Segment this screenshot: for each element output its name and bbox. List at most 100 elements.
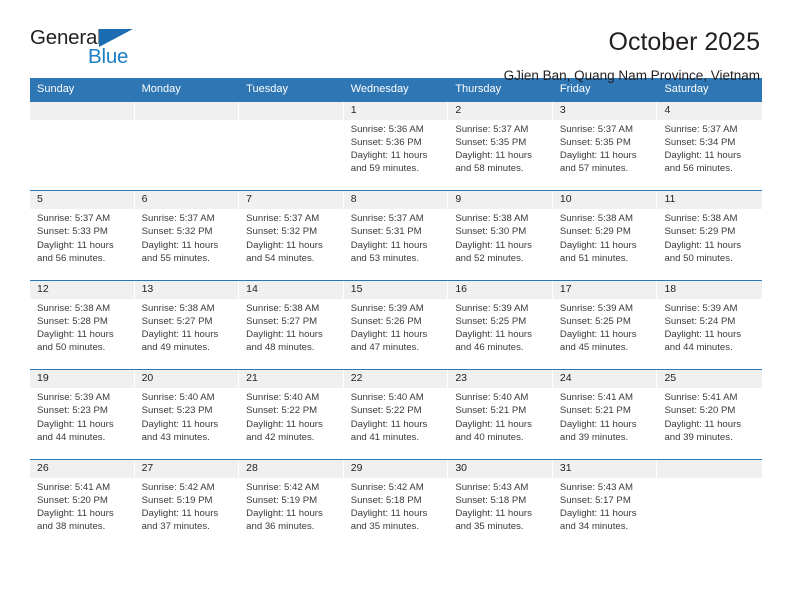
sun-info: Sunrise: 5:38 AM Sunset: 5:28 PM Daylight:… bbox=[30, 299, 135, 355]
weekday-header-monday: Monday bbox=[141, 83, 181, 95]
daylight-text-line2: and 44 minutes. bbox=[37, 431, 106, 443]
sun-info: Sunrise: 5:37 AM Sunset: 5:35 PM Daylight:… bbox=[553, 120, 658, 176]
calendar-weeks: 1 Sunrise: 5:36 AM Sunset: 5:36 PM Daylight… bbox=[30, 101, 763, 550]
daylight-text-line1: Daylight: 11 hours bbox=[455, 329, 532, 341]
calendar-day-cell[interactable]: 25 Sunrise: 5:41 AM Sunset: 5:20 PM Dayligh… bbox=[657, 370, 763, 459]
calendar-day-cell[interactable]: 6 Sunrise: 5:37 AM Sunset: 5:32 PM Daylight… bbox=[134, 191, 240, 280]
day-number: 4 bbox=[657, 101, 763, 120]
sun-info: Sunrise: 5:42 AM Sunset: 5:18 PM Daylight:… bbox=[344, 478, 449, 534]
calendar-day-cell[interactable]: 18 Sunrise: 5:39 AM Sunset: 5:24 PM Dayligh… bbox=[657, 280, 763, 370]
daylight-text-line1: Daylight: 11 hours bbox=[350, 329, 428, 341]
calendar-day-cell[interactable]: 9 Sunrise: 5:38 AM Sunset: 5:30 PM Daylight… bbox=[448, 191, 553, 280]
calendar-day-cell[interactable]: 5 Sunrise: 5:37 AM Sunset: 5:33 PM Daylight… bbox=[30, 191, 135, 280]
sunrise-text: Sunrise: 5:41 AM bbox=[559, 392, 633, 404]
daylight-text-line1: Daylight: 11 hours bbox=[455, 150, 532, 162]
daylight-text-line1: Daylight: 11 hours bbox=[455, 508, 532, 520]
daylight-text-line1: Daylight: 11 hours bbox=[246, 418, 323, 430]
calendar-day-cell[interactable]: 11 Sunrise: 5:38 AM Sunset: 5:29 PM Dayligh… bbox=[657, 191, 763, 280]
daylight-text-line2: and 51 minutes. bbox=[559, 252, 629, 264]
daylight-text-line2: and 38 minutes. bbox=[37, 521, 106, 533]
calendar-day-cell[interactable]: 23 Sunrise: 5:40 AM Sunset: 5:21 PM Dayligh… bbox=[448, 370, 553, 459]
calendar-day-cell[interactable]: 17 Sunrise: 5:39 AM Sunset: 5:25 PM Dayligh… bbox=[552, 280, 658, 370]
weekday-header-wednesday: Wednesday bbox=[350, 83, 409, 95]
day-number: 19 bbox=[30, 370, 135, 389]
sunrise-text: Sunrise: 5:39 AM bbox=[37, 392, 111, 404]
calendar-day-cell[interactable]: 27 Sunrise: 5:42 AM Sunset: 5:19 PM Dayligh… bbox=[134, 459, 240, 550]
calendar-day-cell[interactable]: 10 Sunrise: 5:38 AM Sunset: 5:29 PM Dayligh… bbox=[552, 191, 658, 280]
day-number: 28 bbox=[239, 459, 344, 478]
sunset-text: Sunset: 5:27 PM bbox=[141, 315, 213, 327]
sunrise-text: Sunrise: 5:42 AM bbox=[350, 481, 424, 493]
sunrise-text: Sunrise: 5:41 AM bbox=[37, 481, 111, 493]
calendar-day-cell[interactable]: 20 Sunrise: 5:40 AM Sunset: 5:23 PM Dayligh… bbox=[134, 370, 240, 459]
sunset-text: Sunset: 5:18 PM bbox=[350, 494, 422, 506]
calendar-day-cell[interactable]: 3 Sunrise: 5:37 AM Sunset: 5:35 PM Daylight… bbox=[552, 101, 658, 191]
sunset-text: Sunset: 5:20 PM bbox=[664, 405, 736, 417]
daylight-text-line1: Daylight: 11 hours bbox=[664, 239, 742, 251]
daylight-text-line2: and 45 minutes. bbox=[559, 342, 629, 354]
calendar-day-cell[interactable]: 7 Sunrise: 5:37 AM Sunset: 5:32 PM Daylight… bbox=[239, 191, 344, 280]
calendar-day-cell[interactable]: 26 Sunrise: 5:41 AM Sunset: 5:20 PM Dayligh… bbox=[30, 459, 135, 550]
daylight-text-line1: Daylight: 11 hours bbox=[559, 418, 637, 430]
daylight-text-line2: and 59 minutes. bbox=[350, 163, 420, 175]
sunrise-text: Sunrise: 5:37 AM bbox=[664, 123, 738, 135]
day-number: 22 bbox=[343, 370, 449, 389]
calendar-day-cell[interactable]: 2 Sunrise: 5:37 AM Sunset: 5:35 PM Daylight… bbox=[448, 101, 553, 191]
sunrise-text: Sunrise: 5:42 AM bbox=[141, 481, 215, 493]
calendar-day-cell[interactable]: 30 Sunrise: 5:43 AM Sunset: 5:18 PM Dayligh… bbox=[448, 459, 553, 550]
day-number: 20 bbox=[134, 370, 240, 389]
calendar-day-cell[interactable]: 12 Sunrise: 5:38 AM Sunset: 5:28 PM Dayligh… bbox=[30, 280, 135, 370]
calendar-day-cell[interactable]: 16 Sunrise: 5:39 AM Sunset: 5:25 PM Dayligh… bbox=[448, 280, 553, 370]
day-number: 8 bbox=[343, 191, 449, 210]
calendar-day-cell[interactable]: 24 Sunrise: 5:41 AM Sunset: 5:21 PM Dayligh… bbox=[552, 370, 658, 459]
daylight-text-line2: and 39 minutes. bbox=[559, 431, 629, 443]
sunset-text: Sunset: 5:31 PM bbox=[350, 226, 422, 238]
sunrise-text: Sunrise: 5:39 AM bbox=[559, 302, 633, 314]
brand-logo[interactable]: General Blue bbox=[30, 27, 148, 74]
sunrise-text: Sunrise: 5:38 AM bbox=[455, 213, 529, 225]
calendar-day-cell[interactable]: 29 Sunrise: 5:42 AM Sunset: 5:18 PM Dayligh… bbox=[343, 459, 449, 550]
calendar-day-cell[interactable]: 4 Sunrise: 5:37 AM Sunset: 5:34 PM Daylight… bbox=[657, 101, 763, 191]
sun-info: Sunrise: 5:40 AM Sunset: 5:22 PM Daylight:… bbox=[344, 388, 449, 444]
day-number: 29 bbox=[343, 459, 449, 478]
daylight-text-line2: and 56 minutes. bbox=[664, 163, 733, 175]
calendar-day-cell[interactable]: 21 Sunrise: 5:40 AM Sunset: 5:22 PM Dayligh… bbox=[239, 370, 344, 459]
calendar-day-cell[interactable]: 15 Sunrise: 5:39 AM Sunset: 5:26 PM Dayligh… bbox=[343, 280, 449, 370]
day-number: 21 bbox=[239, 370, 344, 389]
daylight-text-line2: and 53 minutes. bbox=[350, 252, 420, 264]
day-number: 26 bbox=[30, 459, 135, 478]
daylight-text-line1: Daylight: 11 hours bbox=[455, 239, 532, 251]
sun-info: Sunrise: 5:37 AM Sunset: 5:32 PM Daylight:… bbox=[239, 209, 344, 265]
weekday-header-thursday: Thursday bbox=[455, 83, 502, 95]
daylight-text-line2: and 43 minutes. bbox=[141, 431, 210, 443]
daylight-text-line2: and 56 minutes. bbox=[37, 252, 106, 264]
daylight-text-line2: and 39 minutes. bbox=[664, 431, 733, 443]
sun-info: Sunrise: 5:36 AM Sunset: 5:36 PM Daylight:… bbox=[344, 120, 449, 176]
calendar-day-cell[interactable]: 28 Sunrise: 5:42 AM Sunset: 5:19 PM Dayligh… bbox=[239, 459, 344, 550]
day-number: 27 bbox=[134, 459, 240, 478]
calendar-day-cell[interactable]: 1 Sunrise: 5:36 AM Sunset: 5:36 PM Daylight… bbox=[343, 101, 449, 191]
day-number bbox=[134, 101, 240, 120]
calendar-day-cell[interactable]: 13 Sunrise: 5:38 AM Sunset: 5:27 PM Dayligh… bbox=[134, 280, 240, 370]
calendar-page: General Blue October 2025 GJien Ban, Qua… bbox=[0, 0, 792, 612]
sun-info: Sunrise: 5:38 AM Sunset: 5:27 PM Daylight:… bbox=[135, 299, 240, 355]
sunrise-text: Sunrise: 5:43 AM bbox=[559, 481, 633, 493]
calendar-day-cell[interactable]: 14 Sunrise: 5:38 AM Sunset: 5:27 PM Dayligh… bbox=[239, 280, 344, 370]
sunrise-text: Sunrise: 5:37 AM bbox=[37, 213, 111, 225]
daylight-text-line2: and 57 minutes. bbox=[559, 163, 629, 175]
calendar-day-cell[interactable]: 31 Sunrise: 5:43 AM Sunset: 5:17 PM Dayligh… bbox=[552, 459, 658, 550]
calendar-week-row: 12 Sunrise: 5:38 AM Sunset: 5:28 PM Dayligh… bbox=[30, 280, 763, 371]
sunrise-text: Sunrise: 5:38 AM bbox=[559, 213, 633, 225]
sunset-text: Sunset: 5:18 PM bbox=[455, 494, 527, 506]
daylight-text-line2: and 37 minutes. bbox=[141, 521, 210, 533]
calendar-day-cell[interactable]: 8 Sunrise: 5:37 AM Sunset: 5:31 PM Daylight… bbox=[343, 191, 449, 280]
calendar-week-row: 1 Sunrise: 5:36 AM Sunset: 5:36 PM Daylight… bbox=[30, 101, 763, 192]
day-number: 12 bbox=[30, 280, 135, 299]
sunrise-text: Sunrise: 5:36 AM bbox=[350, 123, 424, 135]
day-number bbox=[657, 459, 763, 478]
daylight-text-line1: Daylight: 11 hours bbox=[559, 239, 637, 251]
sun-info: Sunrise: 5:41 AM Sunset: 5:20 PM Daylight:… bbox=[30, 478, 135, 534]
calendar-day-cell[interactable]: 19 Sunrise: 5:39 AM Sunset: 5:23 PM Dayligh… bbox=[30, 370, 135, 459]
brand-name-blue: Blue bbox=[88, 45, 129, 68]
calendar-day-cell[interactable]: 22 Sunrise: 5:40 AM Sunset: 5:22 PM Dayligh… bbox=[343, 370, 449, 459]
